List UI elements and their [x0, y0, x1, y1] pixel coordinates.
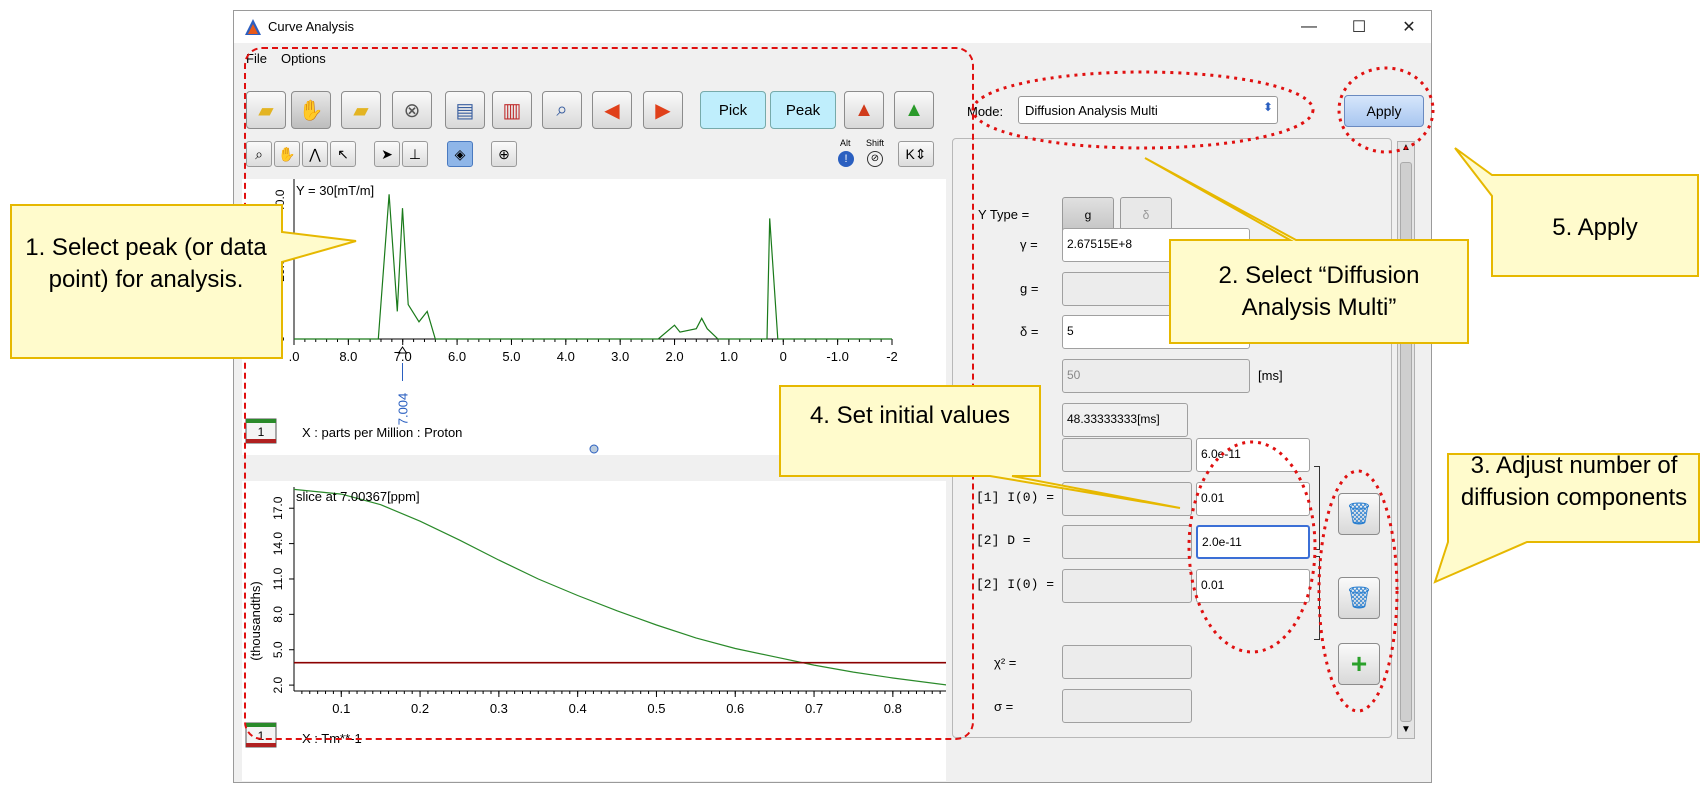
chi-square-field — [1062, 645, 1192, 679]
chi-square-label: χ² = — [994, 655, 1017, 670]
sigma-field — [1062, 689, 1192, 723]
gamma-field[interactable]: 2.67515E+8 — [1062, 228, 1250, 262]
apply-button[interactable]: Apply — [1344, 95, 1424, 127]
scroll-up-icon[interactable]: ▲ — [1399, 142, 1413, 156]
i2-initial-field[interactable]: 0.01 — [1196, 569, 1310, 603]
d1-result — [1062, 438, 1192, 472]
callout-5-text: 5. Apply — [1552, 214, 1638, 241]
mode-select-value: Diffusion Analysis Multi — [1025, 103, 1158, 118]
maximize-button[interactable]: ☐ — [1334, 11, 1384, 43]
callout-1-text: 1. Select peak (or data point) for analy… — [25, 234, 267, 293]
mode-select[interactable]: Diffusion Analysis Multi ⬍ — [1018, 96, 1278, 124]
i1-initial-field[interactable]: 0.01 — [1196, 482, 1310, 516]
d2-initial-field[interactable]: 2.0e-11 — [1196, 525, 1310, 559]
minimize-button[interactable]: — — [1284, 11, 1334, 43]
close-button[interactable]: ✕ — [1384, 11, 1434, 43]
remove-component-1-button[interactable]: 🗑 — [1338, 493, 1380, 535]
select-arrows-icon: ⬍ — [1262, 100, 1273, 114]
d2-label: [2] D = — [976, 533, 1031, 548]
component2-bracket — [1314, 556, 1320, 640]
panel-scrollbar[interactable]: ▲ ▼ — [1397, 141, 1415, 739]
g-label: g = — [1020, 281, 1039, 296]
diffusion-time-readout: 48.33333333[ms] — [1062, 403, 1188, 437]
i1-result — [1062, 482, 1192, 516]
d1-initial-field[interactable]: 6.0e-11 — [1196, 438, 1310, 472]
sigma-label: σ = — [994, 699, 1014, 714]
ytype-label: Y Type = — [978, 207, 1030, 222]
big-delta-field: 50 — [1062, 359, 1250, 393]
d1-label: [1] D = — [976, 446, 1031, 461]
i2-label: [2] I(0) = — [976, 577, 1055, 592]
gamma-label: γ = — [1020, 237, 1038, 252]
i1-label: [1] I(0) = — [976, 490, 1055, 505]
window-title: Curve Analysis — [268, 19, 354, 34]
plot-region-highlight — [244, 47, 974, 740]
component1-bracket — [1314, 466, 1320, 550]
small-delta-label: δ = — [1020, 324, 1039, 339]
big-delta-unit: [ms] — [1258, 368, 1283, 383]
scroll-thumb[interactable] — [1400, 162, 1412, 722]
curve-analysis-window: Curve Analysis — ☐ ✕ File Options ▰ ✋ ▰ ⊗… — [233, 10, 1432, 783]
callout-4-text: 4. Set initial values — [809, 402, 1011, 429]
trash-icon: 🗑 — [1345, 585, 1373, 610]
plus-icon: + — [1350, 648, 1368, 679]
app-logo-icon — [245, 19, 261, 35]
page-indicator-red — [246, 743, 276, 747]
trash-icon: 🗑 — [1345, 501, 1373, 526]
add-component-button[interactable]: + — [1338, 643, 1380, 685]
i2-result — [1062, 569, 1192, 603]
title-bar: Curve Analysis — ☐ ✕ — [234, 11, 1431, 43]
remove-component-2-button[interactable]: 🗑 — [1338, 577, 1380, 619]
callout-2-text: 2. Select “Diffusion Analysis Multi” — [1218, 262, 1420, 321]
callout-3-text: 3. Adjust number of diffusion components — [1460, 452, 1688, 511]
scroll-down-icon[interactable]: ▼ — [1399, 724, 1413, 738]
d2-result — [1062, 525, 1192, 559]
small-delta-unit: [ms] — [1258, 324, 1283, 339]
